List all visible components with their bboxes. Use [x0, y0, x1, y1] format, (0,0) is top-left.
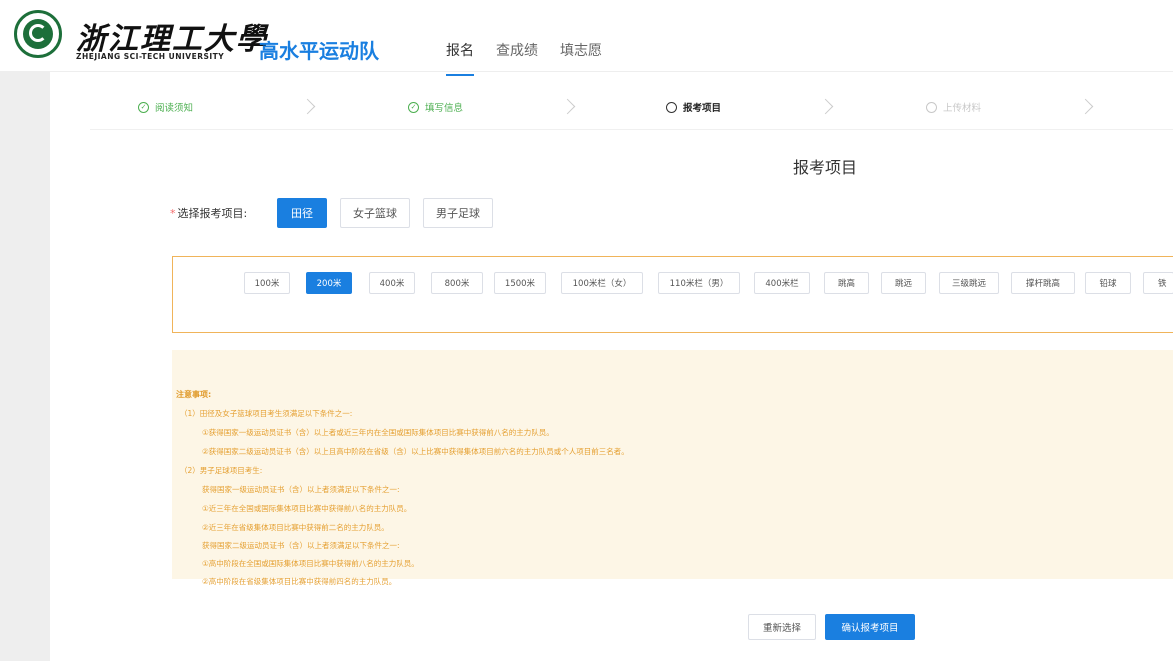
tab-check-scores[interactable]: 查成绩 — [496, 40, 538, 76]
top-header: 浙江理工大學 ZHEJIANG SCI-TECH UNIVERSITY 高水平运… — [0, 0, 1173, 76]
school-name-en: ZHEJIANG SCI-TECH UNIVERSITY — [76, 52, 225, 61]
chevron-right-icon — [820, 98, 832, 116]
notice-line: 获得国家一级运动员证书（含）以上者须满足以下条件之一: — [202, 485, 400, 494]
circle-icon — [666, 101, 677, 113]
step-label: 上传材料 — [943, 103, 982, 114]
chevron-right-icon — [302, 98, 314, 116]
event-option[interactable]: 200米 — [306, 272, 352, 294]
check-circle-icon: ✓ — [138, 101, 149, 113]
notice-line: ②高中阶段在省级集体项目比赛中获得前四名的主力队员。 — [202, 577, 397, 586]
main-nav: 报名 查成绩 填志愿 — [446, 40, 624, 76]
reset-selection-button[interactable]: 重新选择 — [748, 614, 816, 640]
notice-line: （2）男子足球项目考生: — [180, 466, 263, 475]
project-select-label: * 选择报考项目: — [170, 205, 247, 221]
step-upload-materials: 上传材料 — [926, 100, 981, 114]
step-label: 报考项目 — [683, 103, 722, 114]
notice-line: ①近三年在全国或国际集体项目比赛中获得前八名的主力队员。 — [202, 504, 412, 513]
chevron-right-icon — [1080, 98, 1092, 116]
notice-line: ②获得国家二级运动员证书（含）以上且高中阶段在省级（含）以上比赛中获得集体项目前… — [202, 447, 629, 456]
tab-register[interactable]: 报名 — [446, 40, 474, 76]
event-option[interactable]: 100米 — [244, 272, 290, 294]
event-option[interactable]: 400米栏 — [754, 272, 810, 294]
step-label: 阅读须知 — [155, 103, 194, 114]
notice-line: ①高中阶段在全国或国际集体项目比赛中获得前八名的主力队员。 — [202, 559, 419, 568]
event-option[interactable]: 撑杆跳高 — [1011, 272, 1075, 294]
notice-line: ②近三年在省级集体项目比赛中获得前二名的主力队员。 — [202, 523, 389, 532]
required-mark: * — [170, 207, 176, 220]
notice-heading: 注意事项: — [176, 390, 212, 399]
notice-panel: 注意事项: （1）田径及女子篮球项目考生须满足以下条件之一: ①获得国家一级运动… — [172, 350, 1173, 586]
app-title: 高水平运动队 — [259, 39, 379, 63]
event-option[interactable]: 铅球 — [1085, 272, 1131, 294]
event-option[interactable]: 800米 — [431, 272, 483, 294]
event-option[interactable]: 跳远 — [881, 272, 926, 294]
section-title: 报考项目 — [793, 158, 858, 177]
event-option[interactable]: 1500米 — [494, 272, 546, 294]
chevron-right-icon — [562, 98, 574, 116]
university-logo-icon — [14, 10, 62, 58]
event-option[interactable]: 400米 — [369, 272, 415, 294]
tab-fill-preferences[interactable]: 填志愿 — [560, 40, 602, 76]
progress-steps: ✓ 阅读须知 ✓ 填写信息 报考项目 上传材料 — [90, 90, 1173, 130]
notice-line: （1）田径及女子篮球项目考生须满足以下条件之一: — [180, 409, 353, 418]
confirm-project-button[interactable]: 确认报考项目 — [825, 614, 915, 640]
left-sidebar — [0, 72, 50, 661]
project-option-womens-basketball[interactable]: 女子篮球 — [340, 198, 410, 228]
step-read-notice: ✓ 阅读须知 — [138, 100, 193, 114]
event-option[interactable]: 三级跳远 — [939, 272, 999, 294]
event-option[interactable]: 110米栏（男） — [658, 272, 740, 294]
notice-line: ①获得国家一级运动员证书（含）以上者或近三年内在全国或国际集体项目比赛中获得前八… — [202, 428, 554, 437]
step-label: 填写信息 — [425, 103, 464, 114]
check-circle-icon: ✓ — [408, 101, 419, 113]
event-option[interactable]: 跳高 — [824, 272, 869, 294]
project-option-track-field[interactable]: 田径 — [277, 198, 327, 228]
event-option[interactable]: 铁 — [1143, 272, 1173, 294]
event-option[interactable]: 100米栏（女） — [561, 272, 643, 294]
step-select-project: 报考项目 — [666, 100, 721, 114]
step-fill-info: ✓ 填写信息 — [408, 100, 463, 114]
project-option-mens-football[interactable]: 男子足球 — [423, 198, 493, 228]
project-select-label-text: 选择报考项目: — [177, 207, 248, 220]
circle-icon — [926, 101, 937, 113]
event-selection-panel: 100米 200米 400米 800米 1500米 100米栏（女） 110米栏… — [172, 256, 1173, 333]
notice-line: 获得国家二级运动员证书（含）以上者须满足以下条件之一: — [202, 541, 400, 550]
